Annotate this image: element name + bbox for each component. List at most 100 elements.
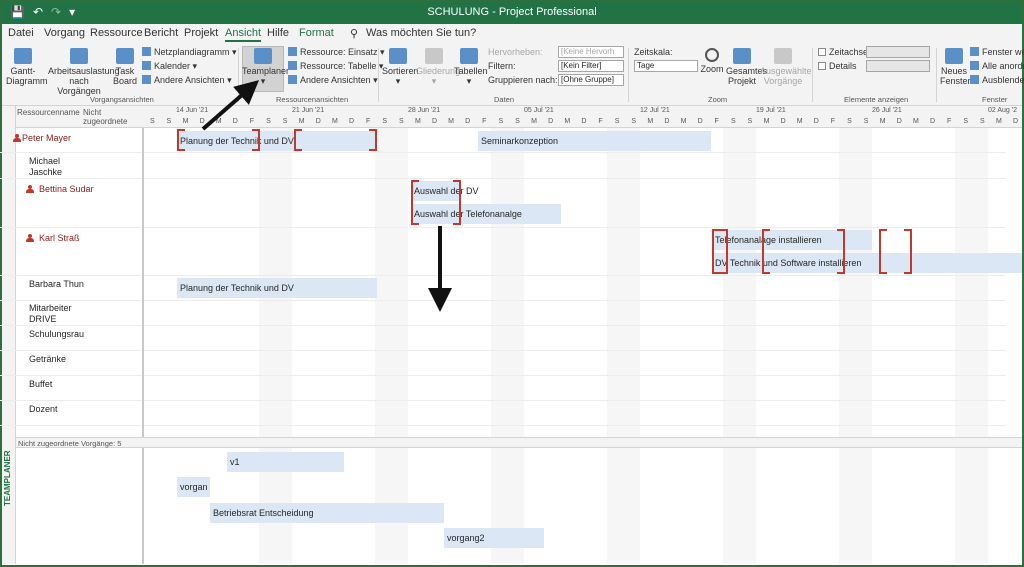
day-letter: D xyxy=(664,118,670,125)
resource-row[interactable]: Buffet xyxy=(0,376,1006,401)
details-select[interactable] xyxy=(866,60,930,72)
tabellen-button[interactable]: Tabellen ▾ xyxy=(454,48,488,86)
day-letter: M xyxy=(298,118,305,125)
resource-row[interactable]: Schulungsrau xyxy=(0,326,1006,351)
kalender-icon xyxy=(142,61,151,70)
day-letter: F xyxy=(946,118,952,125)
hervorheben-select[interactable]: [Keine Hervorh xyxy=(558,46,624,58)
day-letter: M xyxy=(879,118,886,125)
overallocation-marker xyxy=(762,229,770,274)
unassigned-tasks-header[interactable]: Nicht zugeordnete Vorgänge: 5 xyxy=(16,437,1022,448)
group-daten: Daten xyxy=(494,95,515,104)
resource-row[interactable]: Michael Jaschke xyxy=(0,153,1006,179)
task-board-button[interactable]: Task Board xyxy=(112,48,138,86)
unassigned-task-bar[interactable]: vorgan xyxy=(177,477,210,497)
tab-projekt[interactable]: Projekt xyxy=(184,27,218,39)
timescale-header: Ressourcenname Nicht zugeordnete 14 Jun … xyxy=(16,106,1022,128)
zeitskala-label: Zeitskala: xyxy=(634,47,673,57)
gesamtes-projekt-button[interactable]: Gesamtes Projekt xyxy=(726,48,767,86)
tab-ansicht[interactable]: Ansicht xyxy=(225,27,262,42)
day-letter: S xyxy=(266,118,271,125)
unassigned-task-bar[interactable]: v1 xyxy=(227,452,344,472)
unassigned-tasks-label: Nicht zugeordnete Vorgänge: 5 xyxy=(18,439,122,448)
filtern-select[interactable]: [Kein Filter] xyxy=(558,60,624,72)
andere-ansichten-2-button[interactable]: Andere Ansichten ▾ xyxy=(288,75,378,86)
title-bar: 💾 ↶ ↷ ▾ SCHULUNG - Project Professional xyxy=(2,2,1022,24)
day-letter: M xyxy=(414,118,421,125)
details-checkbox[interactable]: Details xyxy=(818,61,857,71)
day-letter: S xyxy=(382,118,388,125)
teamplaner-icon xyxy=(254,48,272,64)
task-bar[interactable]: Planung der Technik und DV xyxy=(177,278,377,298)
arbeitsauslastung-button[interactable]: Arbeitsauslastung nach Vorgängen xyxy=(48,48,120,96)
task-bar[interactable]: Telefonanalage installieren xyxy=(712,230,872,250)
andere-ansichten-button[interactable]: Andere Ansichten ▾ xyxy=(142,75,232,86)
group-elemente: Elemente anzeigen xyxy=(844,95,909,104)
day-letter: S xyxy=(166,118,172,125)
day-letter: S xyxy=(149,118,155,125)
ressource-tabelle-icon xyxy=(288,61,297,70)
day-letter: S xyxy=(963,118,969,125)
week-date: 05 Jul '21 xyxy=(524,107,554,114)
ribbon-tabs: Datei Vorgang Ressource Bericht Projekt … xyxy=(2,24,1022,44)
col-header-unassigned[interactable]: Nicht zugeordnete xyxy=(83,108,139,126)
day-letter: F xyxy=(365,118,371,125)
day-letter: S xyxy=(398,118,404,125)
resource-row[interactable]: Dozent xyxy=(0,401,1006,426)
zoom-button[interactable]: Zoom xyxy=(700,48,724,74)
group-fenster: Fenster xyxy=(982,95,1008,104)
day-letter: S xyxy=(515,118,520,125)
tab-vorgang[interactable]: Vorgang xyxy=(44,27,85,39)
overallocation-marker xyxy=(453,180,461,225)
unassigned-task-bar[interactable]: Betriebsrat Entscheidung xyxy=(210,503,444,523)
overallocation-marker xyxy=(720,229,728,274)
alle-anordnen-button[interactable]: Alle anordne xyxy=(970,61,1024,71)
ressource-tabelle-button[interactable]: Ressource: Tabelle ▾ xyxy=(288,61,383,72)
day-letter: D xyxy=(697,118,703,125)
search-icon[interactable]: ⚲ xyxy=(350,27,358,40)
ribbon-separator xyxy=(238,48,239,102)
week-date: 14 Jun '21 xyxy=(176,107,209,114)
tell-me-input[interactable]: Was möchten Sie tun? xyxy=(366,27,476,39)
tab-hilfe[interactable]: Hilfe xyxy=(267,27,289,39)
ressource-einsatz-button[interactable]: Ressource: Einsatz ▾ xyxy=(288,47,385,58)
netzplan-button[interactable]: Netzplandiagramm ▾ xyxy=(142,47,237,58)
sortieren-button[interactable]: Sortieren ▾ xyxy=(382,48,419,86)
resource-row[interactable]: Mitarbeiter DRIVE xyxy=(0,301,1006,326)
task-bar[interactable]: DV Technik und Software installieren xyxy=(712,253,1022,273)
task-bar[interactable]: Planung der Technik und DV xyxy=(177,131,377,151)
day-letter: F xyxy=(598,118,603,125)
task-bar[interactable]: Seminarkonzeption xyxy=(478,131,711,151)
teamplaner-button[interactable]: Teamplaner ▾ xyxy=(242,48,289,86)
ausgewaehlte-vorgaenge-button[interactable]: Ausgewählte Vorgänge xyxy=(760,48,812,86)
unassigned-task-bar[interactable]: vorgang2 xyxy=(444,528,544,548)
zeitachse-select[interactable] xyxy=(866,46,930,58)
group-vorgangsansichten: Vorgangsansichten xyxy=(90,95,154,104)
overallocation-marker xyxy=(411,180,419,225)
day-letter: S xyxy=(979,118,985,125)
kalender-button[interactable]: Kalender ▾ xyxy=(142,61,197,72)
task-bar[interactable]: Auswahl der Telefonanalge xyxy=(411,204,561,224)
gruppieren-select[interactable]: [Ohne Gruppe] xyxy=(558,74,624,86)
tab-ressource[interactable]: Ressource xyxy=(90,27,143,39)
day-letter: M xyxy=(448,118,455,125)
day-letter: D xyxy=(813,118,819,125)
resource-row[interactable]: Barbara Thun xyxy=(0,276,1006,301)
sort-icon xyxy=(389,48,407,64)
day-letter: S xyxy=(614,118,620,125)
col-header-name[interactable]: Ressourcenname xyxy=(17,108,80,117)
ausblenden-button[interactable]: Ausblenden xyxy=(970,75,1024,85)
resource-row[interactable]: Getränke xyxy=(0,351,1006,376)
gliederung-button[interactable]: Gliederung ▾ xyxy=(416,48,460,86)
neues-fenster-button[interactable]: Neues Fenster xyxy=(940,48,971,86)
tab-format[interactable]: Format xyxy=(299,27,334,39)
zeitachse-checkbox[interactable]: Zeitachse xyxy=(818,47,868,57)
fenster-wechseln-button[interactable]: Fenster wech xyxy=(970,47,1024,57)
day-letter: M xyxy=(912,118,919,125)
tab-bericht[interactable]: Bericht xyxy=(144,27,178,39)
resource-column-divider xyxy=(16,128,144,564)
gantt-button[interactable]: Gantt-Diagramm xyxy=(6,48,48,86)
overallocation-marker xyxy=(177,129,185,151)
zeitskala-select[interactable]: Tage xyxy=(634,60,698,72)
tab-datei[interactable]: Datei xyxy=(8,27,34,39)
